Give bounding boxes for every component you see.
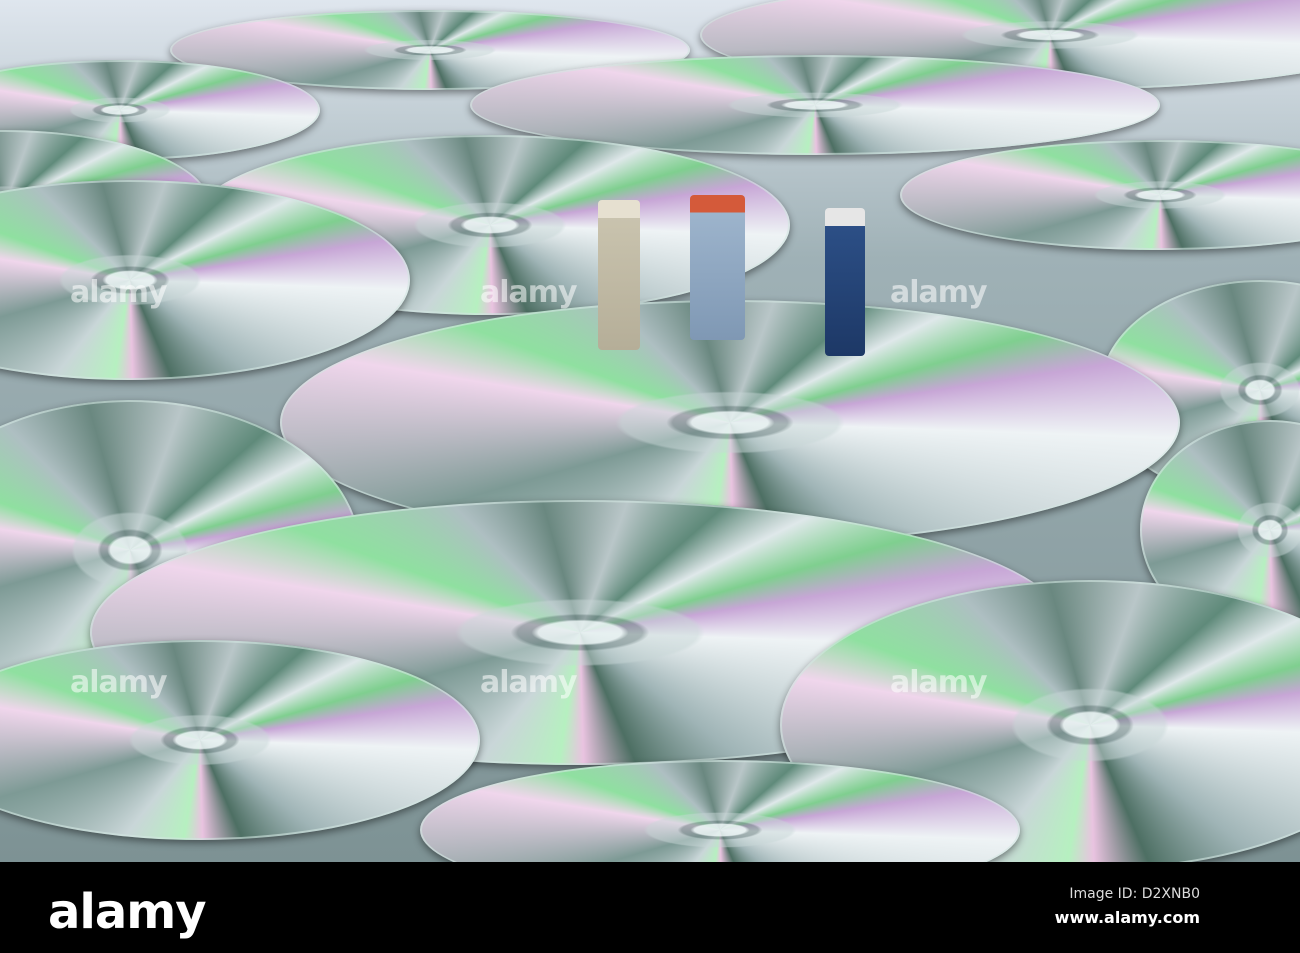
- alamy-logo: alamy: [48, 884, 207, 940]
- watermark: alamy: [70, 275, 168, 310]
- watermark: alamy: [480, 275, 578, 310]
- cd-disc: [900, 140, 1300, 250]
- watermark: alamy: [480, 665, 578, 700]
- site-url: www.alamy.com: [1054, 908, 1200, 927]
- photo-cds-with-businessman-figurines: alamy alamy alamy alamy alamy alamy: [0, 0, 1300, 862]
- watermark: alamy: [70, 665, 168, 700]
- figurine-light-blue-suit: [690, 195, 745, 340]
- watermark: alamy: [890, 665, 988, 700]
- image-id: Image ID: D2XNB0: [1069, 886, 1200, 902]
- watermark: alamy: [890, 275, 988, 310]
- figurine-beige-suit: [598, 200, 640, 350]
- figurine-navy-suit: [825, 208, 865, 356]
